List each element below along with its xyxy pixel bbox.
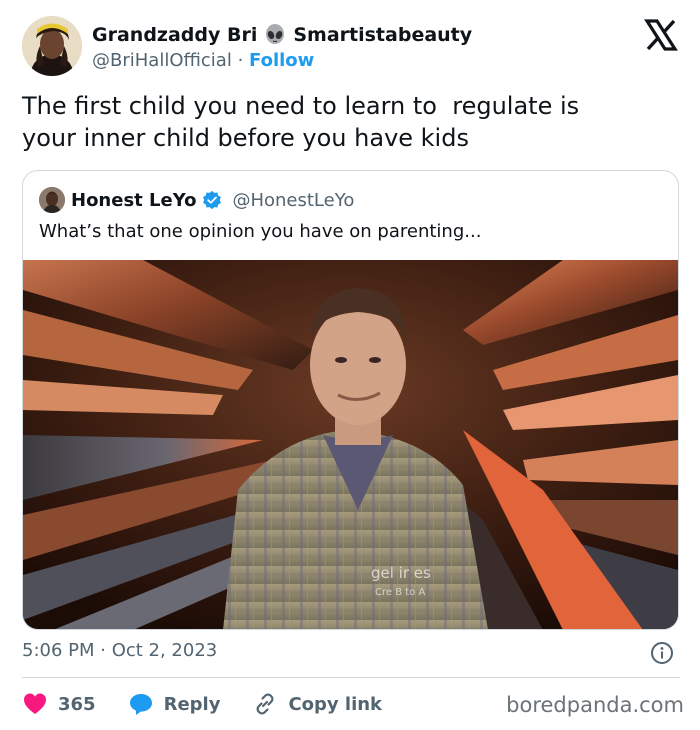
like-count: 365 — [58, 693, 96, 715]
author-display-name-suffix[interactable]: Smartistabeauty — [293, 24, 472, 46]
author-handle-row: @BriHallOfficial · Follow — [92, 50, 314, 71]
reply-label: Reply — [163, 693, 221, 715]
author-handle[interactable]: @BriHallOfficial — [92, 50, 232, 71]
divider — [22, 677, 680, 678]
copy-link-label: Copy link — [288, 693, 383, 715]
image-watermark-line2: Cre B to A — [375, 587, 425, 598]
link-icon — [256, 693, 274, 715]
quoted-tweet-header: Honest LeYo @HonestLeYo — [39, 187, 354, 213]
quoted-tweet-image[interactable]: gel ir es Cre B to A — [23, 260, 678, 630]
tweet-header: Grandzaddy Bri Smartistabeauty @BriHallO… — [22, 16, 682, 80]
tweet-timestamp[interactable]: 5:06 PM · Oct 2, 2023 — [22, 640, 217, 661]
quoted-author-handle: @HonestLeYo — [232, 189, 355, 211]
alien-icon — [266, 24, 285, 44]
image-watermark-line1: gel ir es — [371, 564, 431, 582]
author-display-name[interactable]: Grandzaddy Bri — [92, 24, 257, 46]
site-watermark: boredpanda.com — [506, 693, 684, 717]
tweet-text: The first child you need to learn to reg… — [22, 92, 580, 152]
reply-bubble-icon — [129, 694, 152, 715]
heart-icon — [24, 693, 46, 714]
info-icon[interactable] — [650, 641, 674, 665]
verified-badge-icon — [203, 190, 222, 210]
tweet-actions: 365 Reply Copy link — [22, 690, 382, 718]
quoted-tweet-text: What’s that one opinion you have on pare… — [39, 221, 482, 242]
follow-button[interactable]: Follow — [249, 50, 314, 71]
quoted-author-avatar — [39, 187, 65, 213]
reply-button[interactable]: Reply — [128, 691, 221, 717]
like-button[interactable]: 365 — [22, 691, 96, 717]
copy-link-button[interactable]: Copy link — [252, 691, 382, 717]
quoted-tweet-card[interactable]: Honest LeYo @HonestLeYo What’s that one … — [22, 170, 679, 630]
quoted-author-name: Honest LeYo — [71, 189, 197, 211]
author-avatar[interactable] — [22, 16, 82, 76]
author-name-row[interactable]: Grandzaddy Bri Smartistabeauty — [92, 24, 472, 46]
separator-dot: · — [237, 50, 244, 71]
x-logo-icon[interactable] — [644, 18, 678, 52]
